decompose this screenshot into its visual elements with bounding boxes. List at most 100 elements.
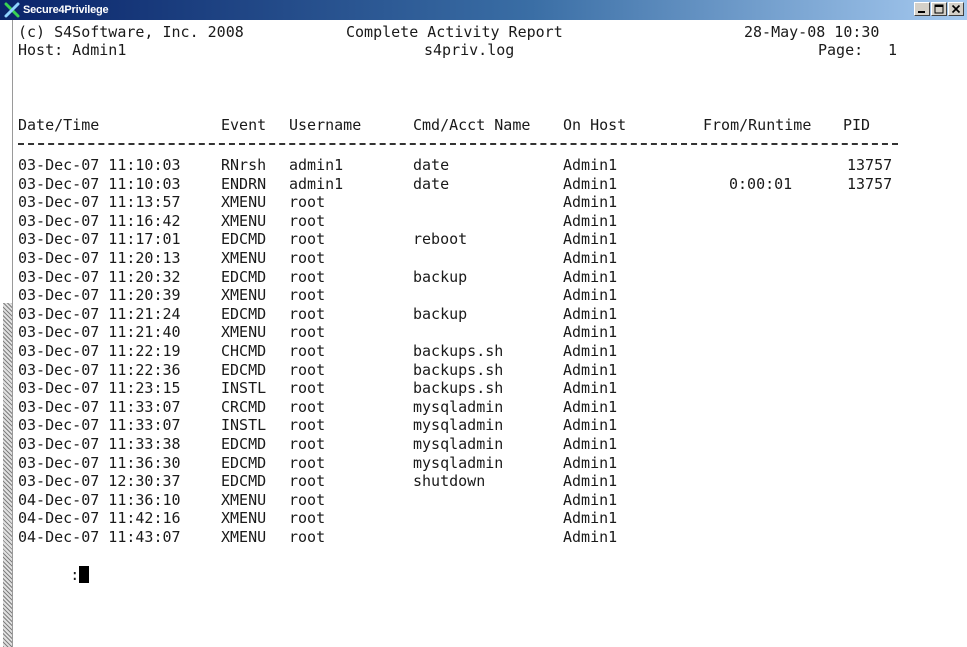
cell-pid: 13757	[847, 174, 893, 193]
header-host: On Host	[563, 116, 627, 134]
cell-username: root	[289, 304, 326, 323]
cell-cmd: date	[413, 174, 450, 193]
cell-event: XMENU	[221, 509, 267, 528]
cell-datetime: 03-Dec-07 12:30:37	[18, 472, 181, 491]
cell-datetime: 03-Dec-07 11:33:07	[18, 416, 181, 435]
command-prompt[interactable]: :	[16, 548, 90, 584]
minimize-icon	[918, 11, 925, 13]
cell-username: root	[289, 435, 326, 453]
cell-pid: 13757	[847, 156, 893, 174]
cell-username: root	[289, 397, 326, 416]
cell-host: Admin1	[563, 249, 618, 267]
cell-event: XMENU	[221, 490, 267, 509]
cell-host: Admin1	[563, 490, 618, 509]
cell-datetime: 03-Dec-07 11:33:07	[18, 397, 181, 416]
cell-host: Admin1	[563, 528, 618, 546]
cell-username: root	[289, 490, 326, 509]
cell-cmd: backup	[413, 304, 468, 323]
cell-username: root	[289, 509, 326, 528]
app-window: Secure4Privilege (c) S4Software, Inc. 20…	[0, 0, 967, 647]
cell-datetime: 03-Dec-07 11:22:36	[18, 360, 181, 379]
cell-host: Admin1	[563, 230, 618, 249]
report-header-line-2: Host: Admin1 s4priv.log Page: 1	[16, 41, 897, 59]
cell-datetime: 03-Dec-07 11:10:03	[18, 174, 181, 193]
cell-datetime: 04-Dec-07 11:36:10	[18, 490, 181, 509]
cell-cmd: reboot	[413, 230, 468, 249]
cell-username: admin1	[289, 156, 344, 174]
close-icon	[951, 4, 961, 14]
cell-event: EDCMD	[221, 304, 267, 323]
close-button[interactable]	[948, 2, 964, 16]
cell-cmd: shutdown	[413, 472, 486, 491]
cell-datetime: 03-Dec-07 11:22:19	[18, 342, 181, 360]
cell-event: ENDRN	[221, 174, 267, 193]
header-from-runtime: From/Runtime	[703, 116, 812, 134]
cell-cmd: date	[413, 156, 450, 174]
cell-username: root	[289, 323, 326, 342]
cell-username: root	[289, 472, 326, 491]
cell-event: EDCMD	[221, 230, 267, 249]
cell-host: Admin1	[563, 174, 618, 193]
cell-host: Admin1	[563, 435, 618, 453]
header-username: Username	[289, 116, 362, 134]
cell-host: Admin1	[563, 323, 618, 342]
cell-datetime: 03-Dec-07 11:21:40	[18, 323, 181, 342]
cell-username: root	[289, 379, 326, 398]
cell-host: Admin1	[563, 211, 618, 230]
cell-datetime: 03-Dec-07 11:10:03	[18, 156, 181, 174]
cell-cmd: mysqladmin	[413, 435, 504, 453]
cell-username: root	[289, 267, 326, 286]
window-controls	[913, 2, 964, 16]
cell-cmd: mysqladmin	[413, 397, 504, 416]
cell-event: CHCMD	[221, 342, 267, 360]
cell-datetime: 03-Dec-07 11:16:42	[18, 211, 181, 230]
cell-host: Admin1	[563, 193, 618, 212]
cell-event: EDCMD	[221, 472, 267, 491]
cell-cmd: backups.sh	[413, 360, 504, 379]
header-cmd: Cmd/Acct Name	[413, 116, 531, 134]
title-bar[interactable]: Secure4Privilege	[0, 0, 967, 20]
maximize-button[interactable]	[931, 2, 947, 16]
cell-datetime: 03-Dec-07 11:17:01	[18, 230, 181, 249]
cell-event: XMENU	[221, 249, 267, 267]
cell-datetime: 03-Dec-07 11:23:15	[18, 379, 181, 398]
cell-username: root	[289, 453, 326, 472]
cell-event: RNrsh	[221, 156, 267, 174]
minimize-button[interactable]	[914, 2, 930, 16]
text-cursor	[79, 566, 90, 584]
prompt-text: :	[70, 566, 80, 585]
cell-datetime: 03-Dec-07 11:13:57	[18, 193, 181, 212]
cell-datetime: 03-Dec-07 11:20:13	[18, 249, 181, 267]
cell-username: admin1	[289, 174, 344, 193]
cell-host: Admin1	[563, 453, 618, 472]
cell-host: Admin1	[563, 397, 618, 416]
logfile-name: s4priv.log	[424, 41, 515, 59]
header-datetime: Date/Time	[18, 116, 100, 134]
cell-username: root	[289, 193, 326, 212]
cell-username: root	[289, 249, 326, 267]
cell-host: Admin1	[563, 286, 618, 305]
report-title: Complete Activity Report	[346, 23, 563, 41]
cell-event: XMENU	[221, 211, 267, 230]
host-label: Host: Admin1	[18, 41, 127, 59]
cell-event: INSTL	[221, 379, 267, 398]
cell-host: Admin1	[563, 267, 618, 286]
header-pid: PID	[843, 116, 871, 134]
table-header: Date/Time Event Username Cmd/Acct Name O…	[16, 116, 870, 134]
cell-datetime: 03-Dec-07 11:20:39	[18, 286, 181, 305]
cell-username: root	[289, 342, 326, 360]
cell-datetime: 03-Dec-07 11:33:38	[18, 435, 181, 453]
cell-event: XMENU	[221, 323, 267, 342]
cell-host: Admin1	[563, 509, 618, 528]
cell-host: Admin1	[563, 342, 618, 360]
cell-host: Admin1	[563, 472, 618, 491]
cell-cmd: backup	[413, 267, 468, 286]
cell-username: root	[289, 211, 326, 230]
cell-datetime: 04-Dec-07 11:42:16	[18, 509, 181, 528]
cell-cmd: mysqladmin	[413, 453, 504, 472]
cell-event: CRCMD	[221, 397, 267, 416]
cell-event: INSTL	[221, 416, 267, 435]
cell-event: XMENU	[221, 286, 267, 305]
cell-event: EDCMD	[221, 435, 267, 453]
app-logo-icon	[4, 2, 20, 18]
